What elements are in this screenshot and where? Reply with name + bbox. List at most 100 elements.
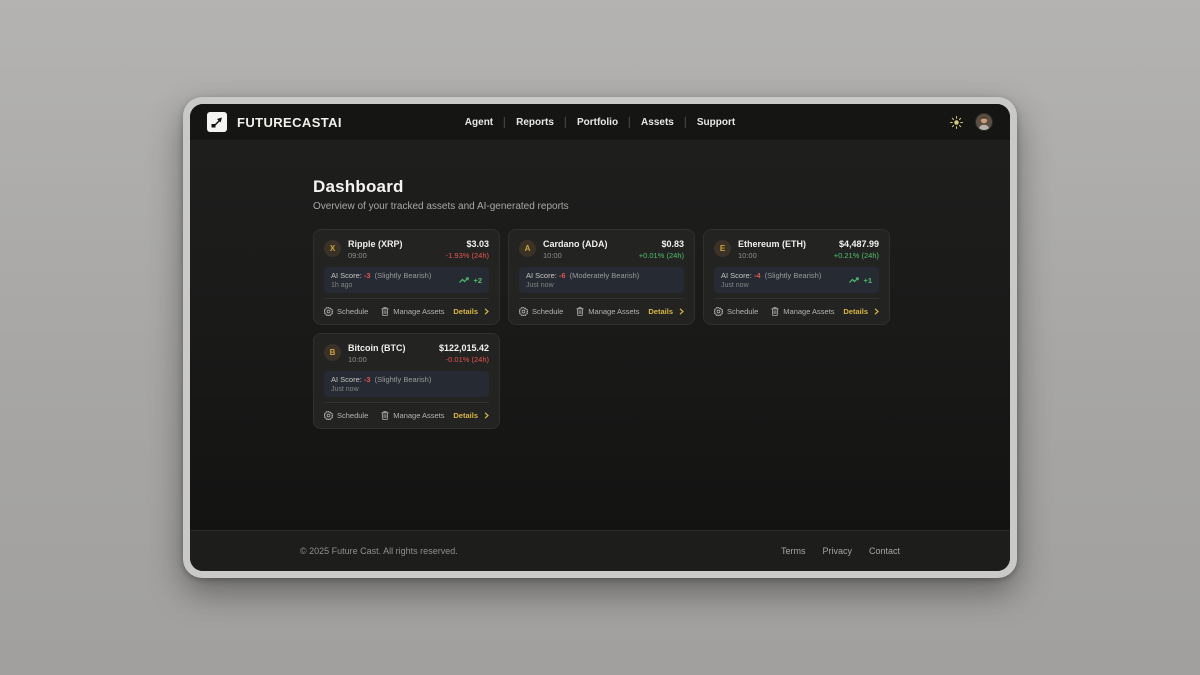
- asset-name: Ripple (XRP): [348, 239, 403, 249]
- ai-score-line: AI Score:-4 (Slightly Bearish): [721, 271, 821, 280]
- ai-score-box: AI Score:-3 (Slightly Bearish) Just now: [324, 371, 489, 397]
- chevron-right-icon: [874, 308, 879, 315]
- user-avatar[interactable]: [975, 113, 993, 131]
- asset-card-bitcoin: B Bitcoin (BTC) 10:00 $122,015.42 -0.01%…: [313, 333, 500, 429]
- trash-icon: [381, 411, 389, 420]
- footer-link-terms[interactable]: Terms: [781, 546, 806, 556]
- ai-score-ago: Just now: [526, 282, 639, 289]
- trending-up-icon: [849, 277, 860, 284]
- asset-time: 10:00: [543, 251, 608, 260]
- ai-score-box: AI Score:-4 (Slightly Bearish) Just now …: [714, 267, 879, 293]
- chevron-right-icon: [484, 308, 489, 315]
- nav-item-support[interactable]: Support: [686, 117, 746, 128]
- site-footer: © 2025 Future Cast. All rights reserved.…: [190, 530, 1010, 571]
- asset-time: 09:00: [348, 251, 403, 260]
- trending-up-icon: [459, 277, 470, 284]
- ai-score-value: -4: [754, 271, 761, 280]
- coin-icon: B: [324, 344, 341, 361]
- card-header: A Cardano (ADA) 10:00 $0.83 +0.01% (24h): [519, 239, 684, 260]
- asset-name: Ethereum (ETH): [738, 239, 806, 249]
- details-button[interactable]: Details: [453, 411, 489, 420]
- card-actions: Schedule Manage Assets Details: [519, 299, 684, 316]
- app-window: FUTURECASTAI Agent Reports Portfolio Ass…: [183, 97, 1017, 578]
- ai-score-box: AI Score:-3 (Slightly Bearish) 1h ago +2: [324, 267, 489, 293]
- asset-change: -0.01% (24h): [439, 355, 489, 364]
- asset-card-cardano: A Cardano (ADA) 10:00 $0.83 +0.01% (24h)…: [508, 229, 695, 325]
- trash-icon: [381, 307, 389, 316]
- header-actions: [950, 113, 993, 131]
- card-header: B Bitcoin (BTC) 10:00 $122,015.42 -0.01%…: [324, 343, 489, 364]
- asset-change: -1.93% (24h): [446, 251, 489, 260]
- chevron-right-icon: [679, 308, 684, 315]
- asset-name: Cardano (ADA): [543, 239, 608, 249]
- app-screen: FUTURECASTAI Agent Reports Portfolio Ass…: [190, 104, 1010, 571]
- details-button[interactable]: Details: [453, 307, 489, 316]
- manage-assets-button[interactable]: Manage Assets: [771, 307, 834, 316]
- gear-icon: [519, 307, 528, 316]
- chevron-right-icon: [484, 412, 489, 419]
- ai-score-line: AI Score:-6 (Moderately Bearish): [526, 271, 639, 280]
- brand-name: FUTURECASTAI: [237, 115, 342, 130]
- asset-price: $122,015.42: [439, 343, 489, 353]
- coin-icon: A: [519, 240, 536, 257]
- gear-icon: [714, 307, 723, 316]
- footer-link-contact[interactable]: Contact: [869, 546, 900, 556]
- manage-assets-button[interactable]: Manage Assets: [576, 307, 639, 316]
- ai-sentiment: (Slightly Bearish): [375, 271, 432, 280]
- main-content: Dashboard Overview of your tracked asset…: [190, 141, 1010, 530]
- schedule-button[interactable]: Schedule: [519, 307, 563, 316]
- theme-toggle-sun-icon[interactable]: [950, 116, 963, 129]
- asset-price: $3.03: [446, 239, 489, 249]
- page-title: Dashboard: [313, 177, 1010, 197]
- desktop-background: { "brand": "FUTURECASTAI", "nav": { "ite…: [0, 0, 1200, 675]
- asset-time: 10:00: [348, 355, 406, 364]
- app-header: FUTURECASTAI Agent Reports Portfolio Ass…: [190, 104, 1010, 141]
- asset-time: 10:00: [738, 251, 806, 260]
- manage-assets-button[interactable]: Manage Assets: [381, 411, 444, 420]
- ai-score-ago: 1h ago: [331, 282, 431, 289]
- details-button[interactable]: Details: [843, 307, 879, 316]
- details-button[interactable]: Details: [648, 307, 684, 316]
- asset-card-ethereum: E Ethereum (ETH) 10:00 $4,487.99 +0.21% …: [703, 229, 890, 325]
- asset-card-ripple: X Ripple (XRP) 09:00 $3.03 -1.93% (24h) …: [313, 229, 500, 325]
- schedule-button[interactable]: Schedule: [714, 307, 758, 316]
- ai-score-line: AI Score:-3 (Slightly Bearish): [331, 375, 431, 384]
- schedule-button[interactable]: Schedule: [324, 411, 368, 420]
- trash-icon: [576, 307, 584, 316]
- footer-links: Terms Privacy Contact: [781, 546, 900, 556]
- gear-icon: [324, 307, 333, 316]
- nav-item-portfolio[interactable]: Portfolio: [566, 117, 630, 128]
- nav-item-assets[interactable]: Assets: [630, 117, 686, 128]
- card-header: X Ripple (XRP) 09:00 $3.03 -1.93% (24h): [324, 239, 489, 260]
- card-actions: Schedule Manage Assets Details: [324, 403, 489, 420]
- ai-sentiment: (Moderately Bearish): [570, 271, 640, 280]
- nav-item-agent[interactable]: Agent: [454, 117, 505, 128]
- asset-card-grid: X Ripple (XRP) 09:00 $3.03 -1.93% (24h) …: [313, 229, 891, 429]
- ai-score-value: -3: [364, 375, 371, 384]
- manage-assets-button[interactable]: Manage Assets: [381, 307, 444, 316]
- page-subtitle: Overview of your tracked assets and AI-g…: [313, 201, 1010, 212]
- trash-icon: [771, 307, 779, 316]
- schedule-button[interactable]: Schedule: [324, 307, 368, 316]
- coin-icon: E: [714, 240, 731, 257]
- ai-sentiment: (Slightly Bearish): [375, 375, 432, 384]
- card-actions: Schedule Manage Assets Details: [324, 299, 489, 316]
- ai-sentiment: (Slightly Bearish): [765, 271, 822, 280]
- brand-logo-icon: [207, 112, 227, 132]
- ai-score-value: -3: [364, 271, 371, 280]
- ai-score-value: -6: [559, 271, 566, 280]
- ai-score-ago: Just now: [721, 282, 821, 289]
- nav-item-reports[interactable]: Reports: [505, 117, 566, 128]
- card-header: E Ethereum (ETH) 10:00 $4,487.99 +0.21% …: [714, 239, 879, 260]
- asset-price: $4,487.99: [834, 239, 879, 249]
- footer-link-privacy[interactable]: Privacy: [822, 546, 852, 556]
- main-nav: Agent Reports Portfolio Assets Support: [454, 117, 746, 128]
- trend-badge: +1: [849, 276, 872, 285]
- card-actions: Schedule Manage Assets Details: [714, 299, 879, 316]
- coin-icon: X: [324, 240, 341, 257]
- copyright-text: © 2025 Future Cast. All rights reserved.: [300, 546, 458, 556]
- ai-score-box: AI Score:-6 (Moderately Bearish) Just no…: [519, 267, 684, 293]
- trend-badge: +2: [459, 276, 482, 285]
- gear-icon: [324, 411, 333, 420]
- asset-change: +0.21% (24h): [834, 251, 879, 260]
